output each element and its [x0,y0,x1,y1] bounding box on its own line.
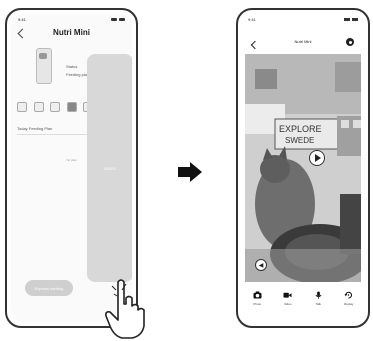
page-title: Nutri Mini [53,28,90,37]
status-time: 9:41 [248,16,256,22]
settings-gear-icon[interactable] [346,38,354,46]
day-tab[interactable] [33,102,44,112]
feeder-device-image [36,48,52,84]
video-record-button[interactable]: Video [276,291,300,306]
live-video-feed[interactable]: EXPLORE SWEDE ◀ [245,54,361,282]
status-time: 9:41 [18,16,26,22]
control-label: Video [283,302,292,306]
control-label: Replay [344,302,354,306]
app-home-screen: 9:41 Nutri Mini Status Feeding plan Toda… [11,14,132,322]
device-info-line: Status [66,64,78,69]
video-control-bar: Photo Video Talk Replay [242,291,364,306]
tapping-hand-icon [105,279,145,339]
microphone-icon [315,291,322,299]
arrow-right-icon [178,162,202,182]
status-bar: 9:41 [11,14,132,24]
talk-button[interactable]: Talk [306,291,330,306]
replay-button[interactable]: Replay [337,291,361,306]
day-tab[interactable] [50,102,60,112]
speaker-icon[interactable]: ◀ [255,259,267,271]
play-icon[interactable] [309,150,325,166]
feeding-plan-label: Today Feeding Plan [17,126,53,131]
day-tab-selected[interactable] [66,102,77,112]
day-tab[interactable] [17,102,27,112]
camera-icon [253,291,262,299]
video-button[interactable]: VIDEO [87,54,132,282]
control-label: Talk [315,302,321,306]
signal-icon [111,17,125,21]
cat-camera-image: EXPLORE SWEDE [245,54,361,282]
signal-icon [344,17,358,21]
svg-text:SWEDE: SWEDE [285,136,314,145]
control-label: Photo [253,302,262,306]
video-camera-icon [283,292,292,298]
right-phone-frame: 9:41 Nutri Mini EXPLORE SWEDE ◀ Photo Vi… [236,8,370,328]
express-feeding-button[interactable]: Express feeding [25,280,73,296]
live-video-screen: 9:41 Nutri Mini EXPLORE SWEDE ◀ Photo Vi… [242,14,364,322]
photo-button[interactable]: Photo [245,291,269,306]
replay-icon [344,291,353,299]
status-bar: 9:41 [242,14,364,24]
device-info-line: Feeding plan [66,72,90,77]
svg-text:EXPLORE: EXPLORE [279,124,322,134]
